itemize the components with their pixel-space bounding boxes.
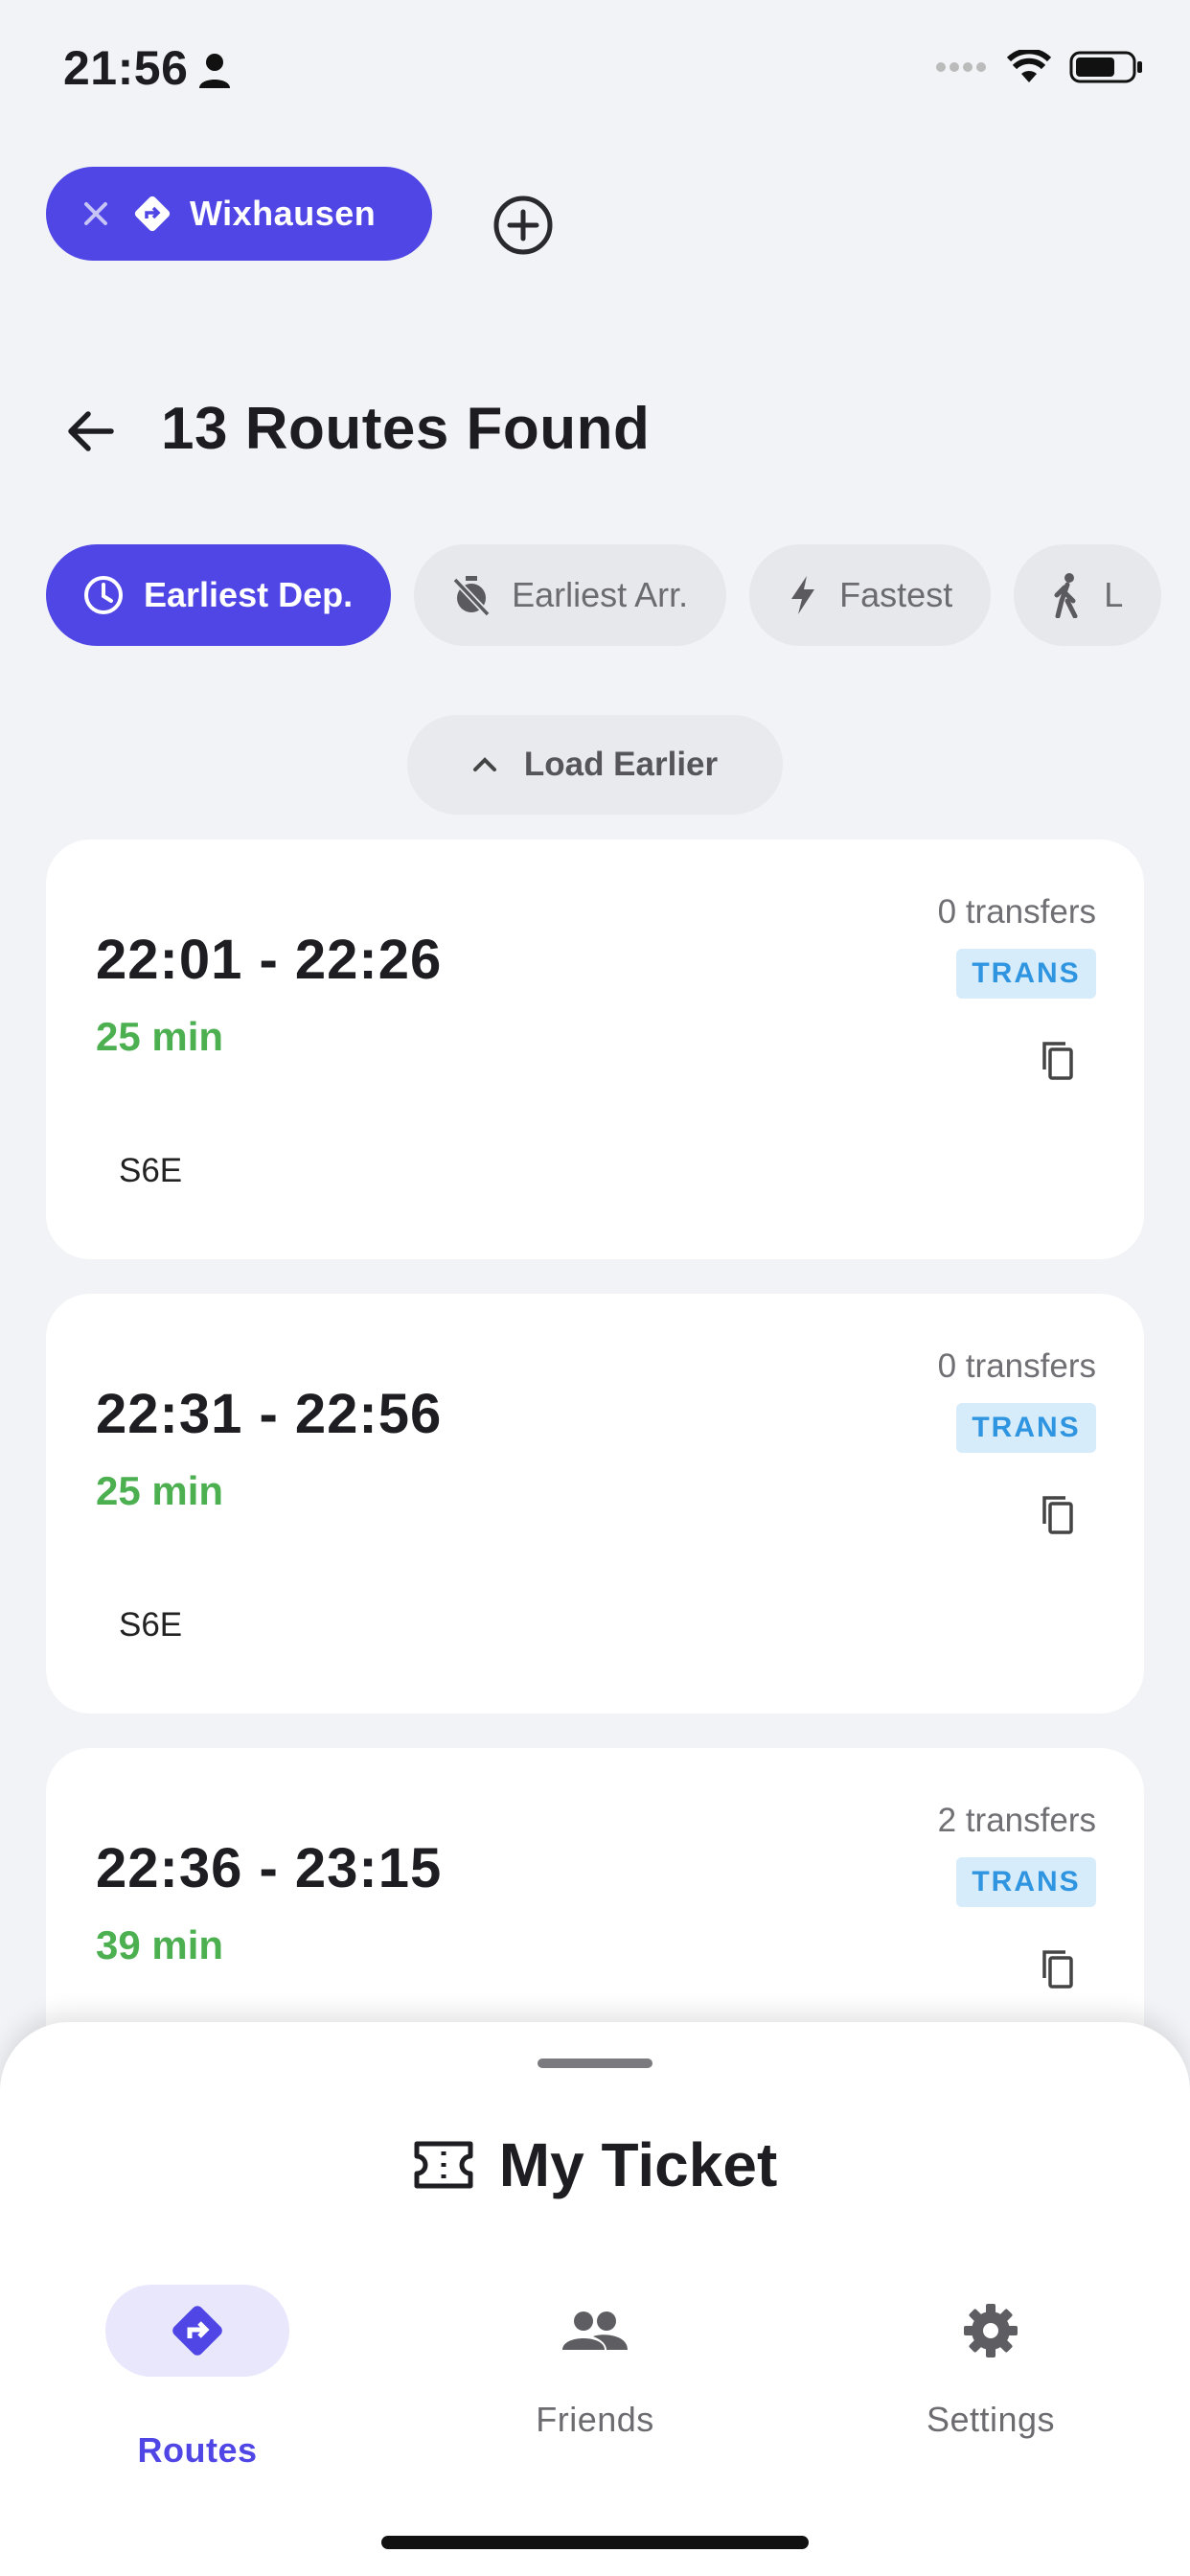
- sort-earliest-arrival[interactable]: Earliest Arr.: [414, 544, 727, 646]
- copy-icon: [1042, 1042, 1073, 1080]
- ticket-bottom-sheet[interactable]: My Ticket Routes Friends Settings: [0, 2022, 1190, 2576]
- nav-label: Settings: [926, 2400, 1056, 2439]
- nav-indicator: [105, 2285, 289, 2377]
- wifi-icon: [1006, 50, 1052, 82]
- status-icons: [935, 50, 1144, 84]
- arrow-back-icon: [68, 411, 114, 451]
- copy-icon: [1042, 1950, 1073, 1989]
- route-line: S6E: [119, 1152, 183, 1189]
- load-earlier-label: Load Earlier: [523, 746, 719, 783]
- nav-routes[interactable]: Routes: [54, 2285, 341, 2471]
- copy-button[interactable]: [1037, 1947, 1075, 1990]
- gear-icon: [964, 2304, 1018, 2358]
- sort-earliest-departure[interactable]: Earliest Dep.: [46, 544, 392, 646]
- destination-label: Wixhausen: [190, 194, 377, 233]
- battery-icon: [1069, 51, 1142, 83]
- route-transfers: 2 transfers: [937, 1802, 1096, 1839]
- add-destination-button[interactable]: [492, 195, 554, 256]
- nav-label: Routes: [137, 2430, 258, 2470]
- app-screen: 21:56 Wixhausen 13 Routes Found Earliest…: [0, 0, 1190, 2576]
- directions-icon: [132, 194, 172, 234]
- drag-handle[interactable]: [538, 2058, 652, 2068]
- copy-button[interactable]: [1037, 1039, 1075, 1081]
- sheet-title: My Ticket: [498, 2130, 778, 2199]
- route-icon: [172, 2306, 222, 2356]
- sort-label: Earliest Dep.: [144, 575, 354, 614]
- walk-icon: [1050, 572, 1085, 618]
- sort-options: Earliest Dep. Earliest Arr. Fastest L: [46, 544, 1162, 646]
- route-line: S6E: [119, 1606, 183, 1644]
- nav-friends[interactable]: Friends: [451, 2285, 739, 2440]
- route-card[interactable]: 22:31 - 22:56 25 min 0 transfers TRANS S…: [46, 1294, 1144, 1714]
- bolt-icon: [786, 574, 820, 616]
- status-time: 21:56: [63, 41, 189, 95]
- add-circle-icon: [493, 196, 553, 255]
- route-duration: 25 min: [96, 1468, 224, 1513]
- sort-label: Fastest: [839, 575, 953, 614]
- nav-indicator: [503, 2285, 687, 2377]
- ticket-header[interactable]: My Ticket: [0, 2129, 1190, 2200]
- close-icon[interactable]: [82, 200, 109, 227]
- route-times: 22:31 - 22:56: [96, 1383, 443, 1445]
- people-icon: [562, 2312, 628, 2350]
- route-duration: 25 min: [96, 1014, 224, 1059]
- clock-icon: [82, 574, 125, 616]
- destination-chip[interactable]: Wixhausen: [46, 167, 432, 261]
- page-title: 13 Routes Found: [161, 396, 651, 462]
- route-times: 22:01 - 22:26: [96, 929, 443, 991]
- route-times: 22:36 - 23:15: [96, 1837, 443, 1899]
- status-badge: TRANS: [956, 1403, 1096, 1453]
- sort-fastest[interactable]: Fastest: [749, 544, 992, 646]
- nav-label: Friends: [536, 2400, 654, 2439]
- sort-label: L: [1104, 575, 1124, 614]
- load-earlier-button[interactable]: Load Earlier: [407, 715, 783, 815]
- back-button[interactable]: [63, 404, 117, 458]
- home-indicator: [381, 2536, 809, 2549]
- copy-button[interactable]: [1037, 1493, 1075, 1535]
- route-duration: 39 min: [96, 1922, 224, 1967]
- ticket-icon: [414, 2141, 473, 2189]
- sort-least-walking[interactable]: L: [1014, 544, 1162, 646]
- status-badge: TRANS: [956, 949, 1096, 999]
- status-badge: TRANS: [956, 1857, 1096, 1907]
- cellular-signal-icon: [936, 62, 986, 72]
- route-transfers: 0 transfers: [937, 1347, 1096, 1385]
- route-card[interactable]: 22:01 - 22:26 25 min 0 transfers TRANS S…: [46, 840, 1144, 1259]
- nav-settings[interactable]: Settings: [847, 2285, 1134, 2440]
- sort-label: Earliest Arr.: [512, 575, 689, 614]
- chevron-up-icon: [472, 757, 496, 771]
- route-transfers: 0 transfers: [937, 893, 1096, 931]
- nav-indicator: [899, 2285, 1083, 2377]
- person-icon: [199, 54, 230, 88]
- timer-off-icon: [450, 574, 492, 616]
- copy-icon: [1042, 1496, 1073, 1534]
